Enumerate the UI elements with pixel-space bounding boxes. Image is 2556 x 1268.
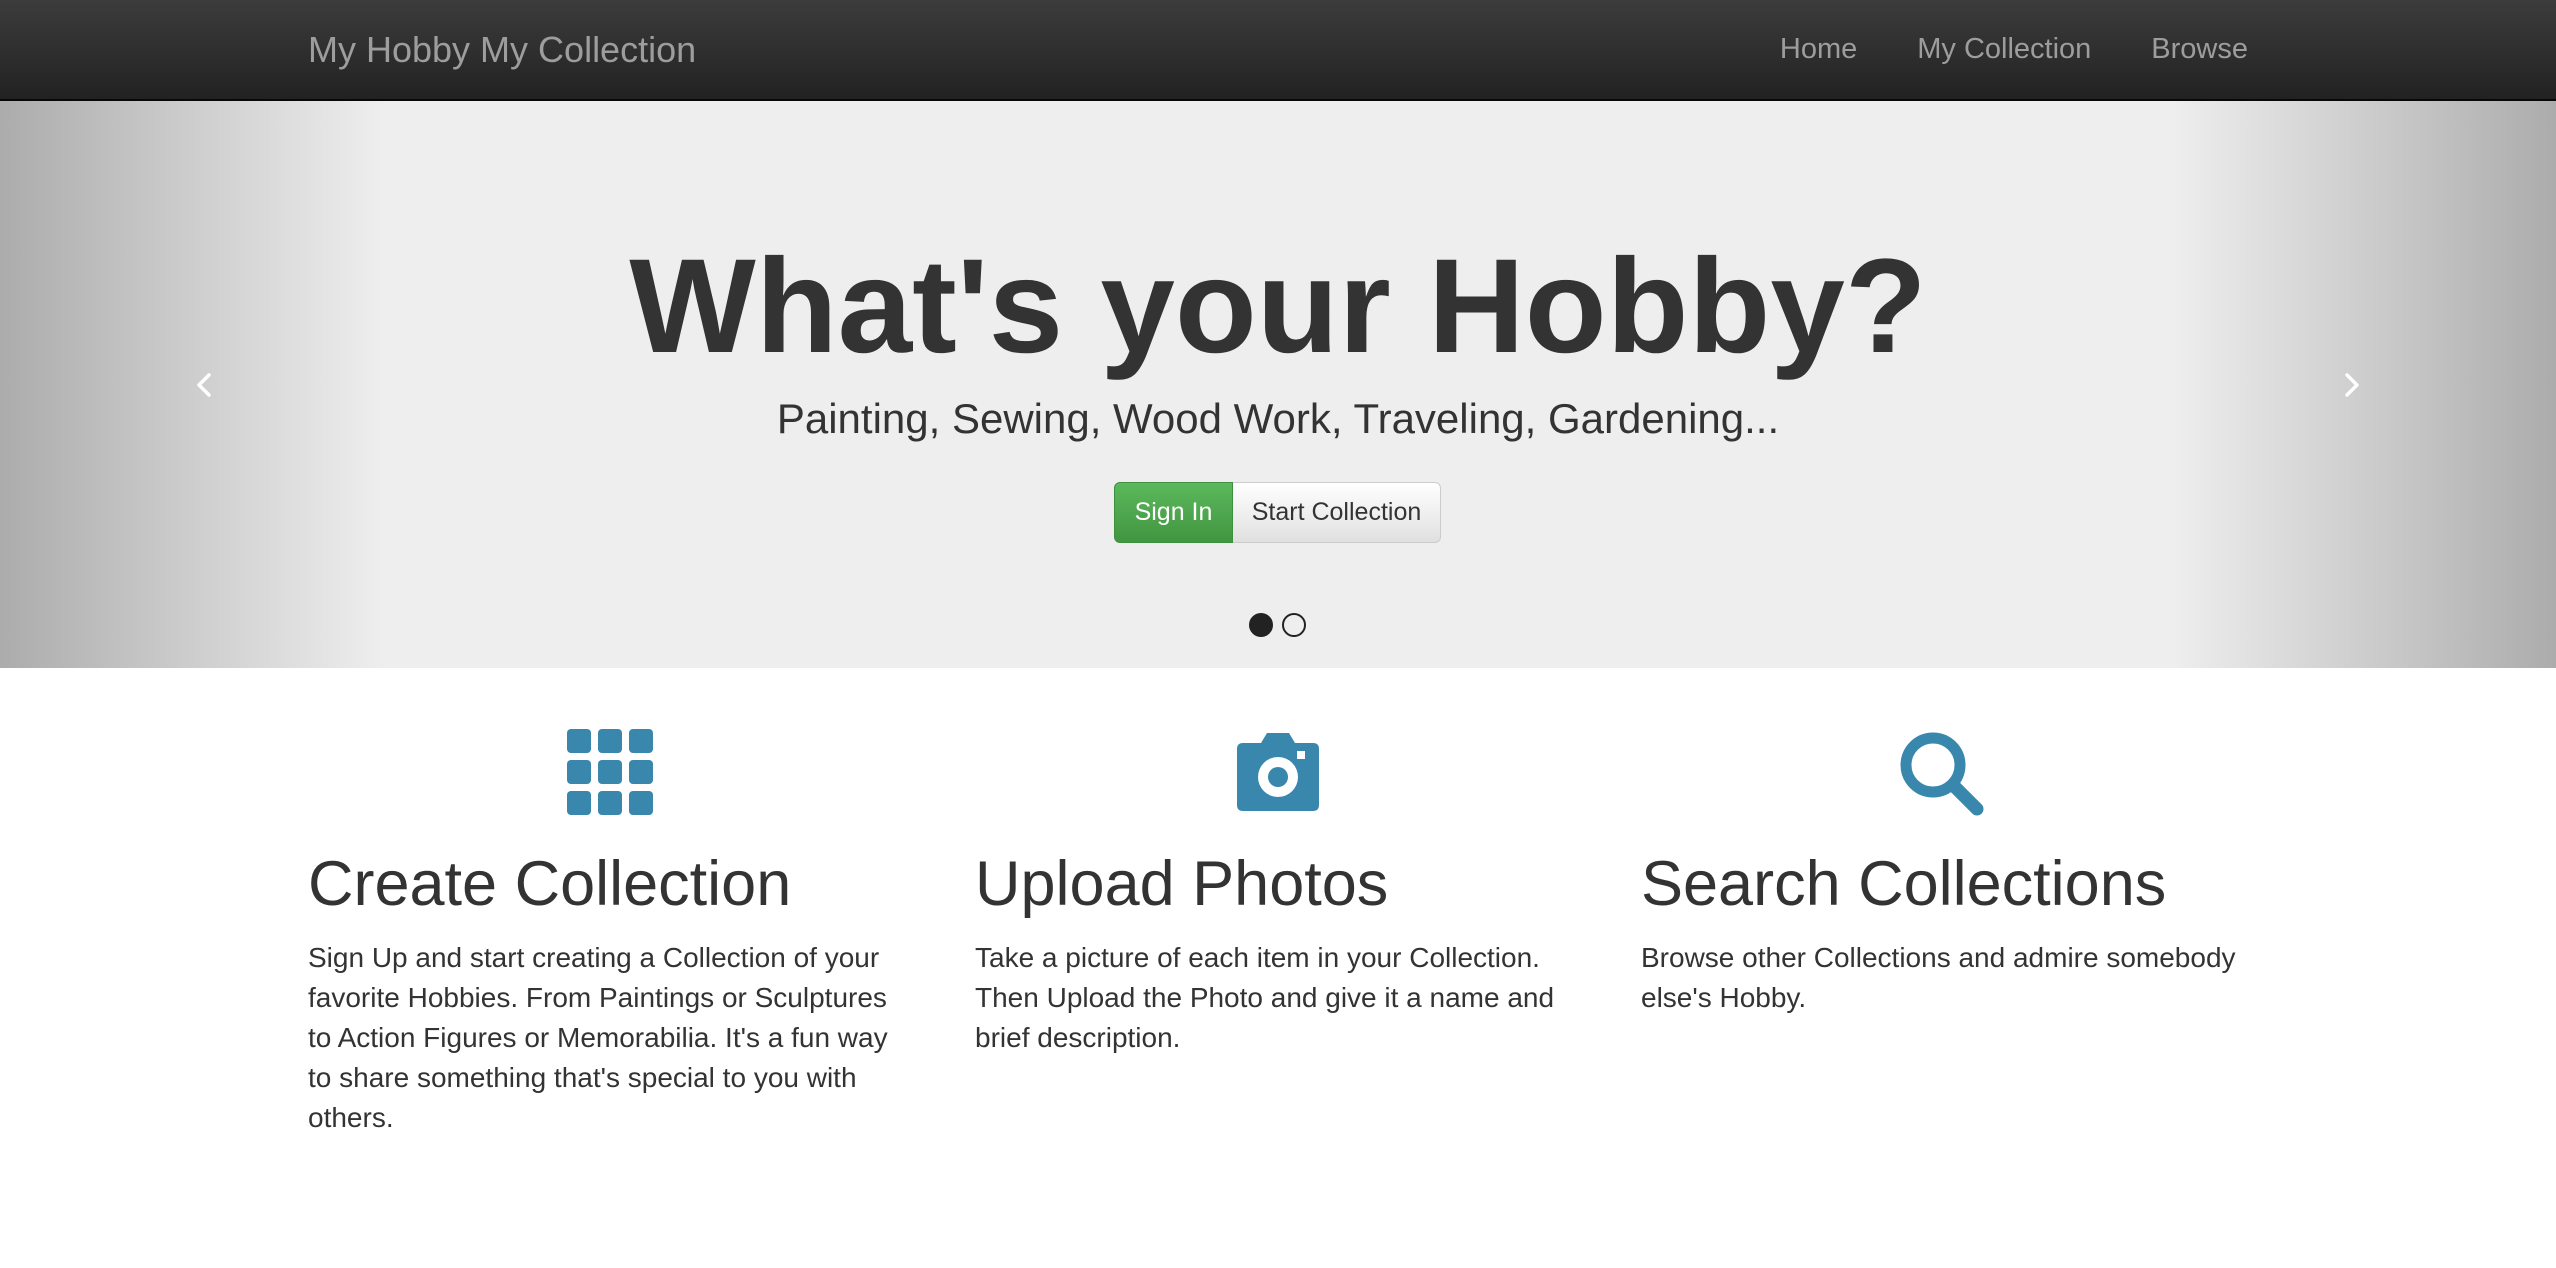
hero-button-group: Sign In Start Collection bbox=[1114, 482, 1441, 543]
sign-in-button[interactable]: Sign In bbox=[1114, 482, 1233, 543]
nav-item-my-collection[interactable]: My Collection bbox=[1887, 0, 2121, 99]
nav-item-home[interactable]: Home bbox=[1750, 0, 1887, 99]
carousel-indicator-2[interactable] bbox=[1282, 613, 1306, 637]
brand-link[interactable]: My Hobby My Collection bbox=[308, 0, 696, 99]
feature-title: Upload Photos bbox=[975, 849, 1389, 919]
start-collection-button[interactable]: Start Collection bbox=[1233, 482, 1441, 543]
nav-menu: Home My Collection Browse bbox=[1750, 0, 2248, 99]
hero-title: What's your Hobby? bbox=[629, 232, 1927, 381]
navbar: My Hobby My Collection Home My Collectio… bbox=[0, 0, 2556, 101]
hero-subtitle: Painting, Sewing, Wood Work, Traveling, … bbox=[776, 395, 1780, 442]
feature-text: Sign Up and start creating a Collection … bbox=[308, 942, 888, 1133]
carousel-indicator-1[interactable] bbox=[1249, 613, 1273, 637]
feature-title: Search Collections bbox=[1641, 849, 2167, 919]
grid-icon bbox=[567, 729, 653, 815]
feature-text: Browse other Collections and admire some… bbox=[1641, 942, 2236, 1013]
feature-title: Create Collection bbox=[308, 849, 792, 919]
hero-carousel: What's your Hobby? Painting, Sewing, Woo… bbox=[0, 101, 2556, 668]
carousel-prev-button[interactable] bbox=[0, 101, 383, 668]
camera-icon bbox=[1237, 733, 1319, 811]
nav-item-browse[interactable]: Browse bbox=[2121, 0, 2248, 99]
feature-text: Take a picture of each item in your Coll… bbox=[975, 942, 1555, 1053]
search-icon bbox=[1900, 732, 1984, 816]
carousel-next-button[interactable] bbox=[2173, 101, 2556, 668]
carousel-indicators bbox=[1249, 613, 1306, 637]
